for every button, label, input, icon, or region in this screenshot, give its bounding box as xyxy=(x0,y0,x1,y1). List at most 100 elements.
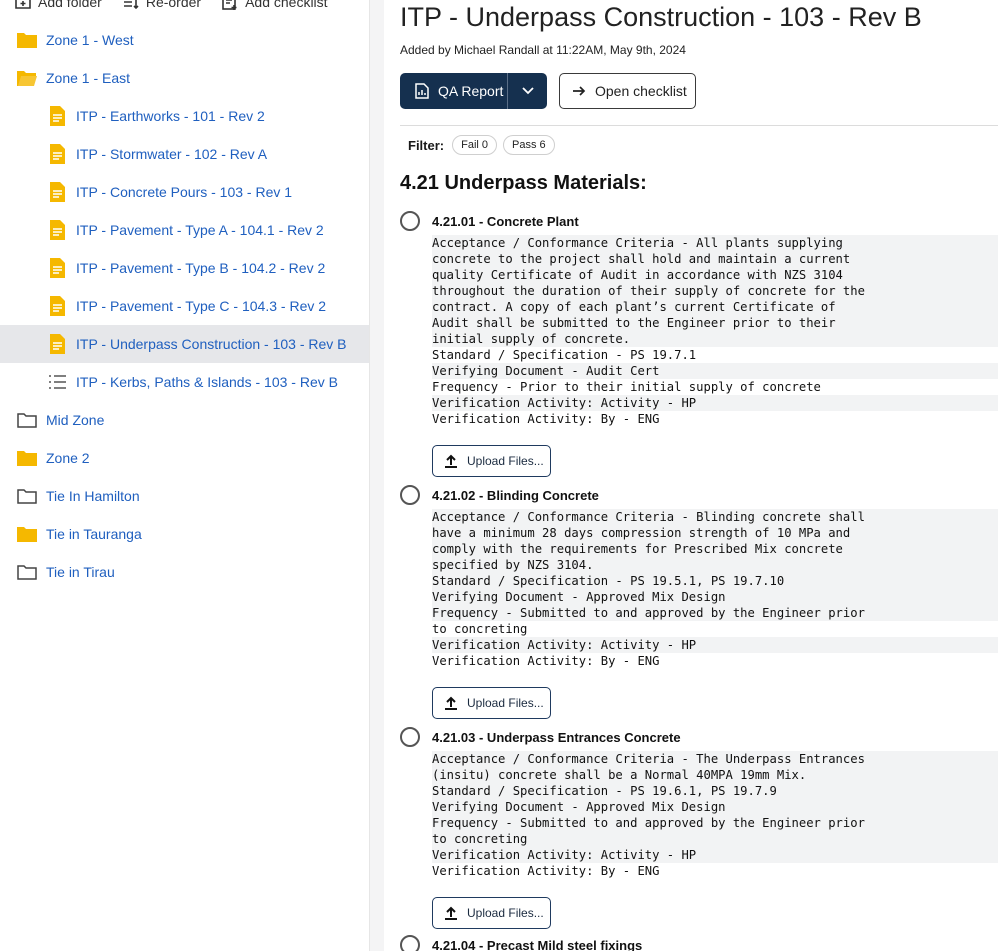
filter-pass-chip[interactable]: Pass 6 xyxy=(503,135,555,155)
upload-files-label: Upload Files... xyxy=(467,454,544,468)
reorder-button[interactable]: Re-order xyxy=(122,0,201,11)
tree-item-label: ITP - Underpass Construction - 103 - Rev… xyxy=(76,336,347,352)
tree-item-label: Tie in Tauranga xyxy=(46,526,142,542)
item-status-radio[interactable] xyxy=(400,727,420,747)
tree-item[interactable]: ITP - Pavement - Type A - 104.1 - Rev 2 xyxy=(0,211,369,249)
item-status-radio[interactable] xyxy=(400,485,420,505)
qa-report-label: QA Report xyxy=(438,83,504,99)
upload-files-label: Upload Files... xyxy=(467,696,544,710)
detail-line: Standard / Specification - PS 19.7.1 xyxy=(432,348,697,362)
detail-line: Verification Activity: Activity - HP xyxy=(432,637,998,653)
detail-line: specified by NZS 3104. xyxy=(432,557,998,573)
tree-item[interactable]: Zone 2 xyxy=(0,439,369,477)
detail-line: Frequency - Submitted to and approved by… xyxy=(432,815,998,831)
filter-label: Filter: xyxy=(408,137,445,153)
tree-item-label: Tie In Hamilton xyxy=(46,488,140,504)
section-title: 4.21 Underpass Materials: xyxy=(400,172,647,194)
document-icon xyxy=(46,257,68,279)
tree-item-label: Tie in Tirau xyxy=(46,564,115,580)
tree-item-label: ITP - Pavement - Type C - 104.3 - Rev 2 xyxy=(76,298,327,314)
tree-item-label: Zone 1 - West xyxy=(46,32,134,48)
detail-line: Acceptance / Conformance Criteria - The … xyxy=(432,751,998,767)
detail-line: initial supply of concrete. xyxy=(432,331,998,347)
tree-item-label: ITP - Pavement - Type B - 104.2 - Rev 2 xyxy=(76,260,326,276)
upload-files-label: Upload Files... xyxy=(467,906,544,920)
tree-item[interactable]: Tie In Hamilton xyxy=(0,477,369,515)
checklist-item-details: Acceptance / Conformance Criteria - Blin… xyxy=(432,509,998,669)
arrow-right-icon xyxy=(573,86,586,96)
detail-line: Verification Activity: By - ENG xyxy=(432,864,660,878)
checklist-item-header: 4.21.02 - Blinding Concrete xyxy=(400,484,998,506)
checklist-item-details: Acceptance / Conformance Criteria - All … xyxy=(432,235,998,427)
folder-outline-icon xyxy=(16,409,38,431)
checklist-item-title: 4.21.02 - Blinding Concrete xyxy=(432,487,599,503)
tree-item[interactable]: Zone 1 - East xyxy=(0,59,369,97)
tree-item[interactable]: Tie in Tirau xyxy=(0,553,369,591)
detail-line: concrete to the project shall hold and m… xyxy=(432,251,998,267)
list-icon xyxy=(46,371,68,393)
checklist-item: 4.21.03 - Underpass Entrances Concrete Ac… xyxy=(400,726,998,929)
document-icon xyxy=(46,181,68,203)
detail-line: Audit shall be submitted to the Engineer… xyxy=(432,315,998,331)
tree-item-label: Zone 1 - East xyxy=(46,70,131,86)
tree-item[interactable]: ITP - Pavement - Type C - 104.3 - Rev 2 xyxy=(0,287,369,325)
detail-line: Acceptance / Conformance Criteria - All … xyxy=(432,235,998,251)
detail-line: Verification Activity: By - ENG xyxy=(432,412,660,426)
checklist-item-title: 4.21.04 - Precast Mild steel fixings xyxy=(432,937,643,951)
upload-files-button[interactable]: Upload Files... xyxy=(432,687,551,719)
upload-files-button[interactable]: Upload Files... xyxy=(432,445,551,477)
tree-item[interactable]: ITP - Concrete Pours - 103 - Rev 1 xyxy=(0,173,369,211)
add-checklist-icon xyxy=(222,0,237,10)
upload-icon xyxy=(445,454,457,468)
item-status-radio[interactable] xyxy=(400,935,420,951)
tree-item[interactable]: ITP - Stormwater - 102 - Rev A xyxy=(0,135,369,173)
chevron-down-icon xyxy=(521,87,534,95)
tree-item-label: ITP - Earthworks - 101 - Rev 2 xyxy=(76,108,265,124)
tree-item-label: ITP - Pavement - Type A - 104.1 - Rev 2 xyxy=(76,222,324,238)
folder-filled-icon xyxy=(16,523,38,545)
tree-item[interactable]: Zone 1 - West xyxy=(0,21,369,59)
detail-line: Verifying Document - Approved Mix Design xyxy=(432,589,998,605)
detail-line: Verifying Document - Approved Mix Design xyxy=(432,799,998,815)
tree-item-label: Zone 2 xyxy=(46,450,90,466)
open-checklist-label: Open checklist xyxy=(595,83,687,99)
checklist-item: 4.21.01 - Concrete Plant Acceptance / Con… xyxy=(400,210,998,477)
checklist-item-details: Acceptance / Conformance Criteria - The … xyxy=(432,751,998,879)
folder-filled-icon xyxy=(16,29,38,51)
document-icon xyxy=(46,219,68,241)
qa-report-button[interactable]: QA Report xyxy=(400,73,508,109)
sidebar: Add folder Re-order Add checklist Zone 1… xyxy=(0,0,370,951)
detail-line: Standard / Specification - PS 19.5.1, PS… xyxy=(432,573,998,589)
item-status-radio[interactable] xyxy=(400,211,420,231)
add-checklist-button[interactable]: Add checklist xyxy=(221,0,328,11)
filter-fail-chip[interactable]: Fail 0 xyxy=(452,135,498,155)
add-folder-label: Add folder xyxy=(38,0,102,10)
open-checklist-button[interactable]: Open checklist xyxy=(559,73,696,109)
tree-item[interactable]: Tie in Tauranga xyxy=(0,515,369,553)
upload-icon xyxy=(445,906,457,920)
checklist-item: 4.21.02 - Blinding Concrete Acceptance / … xyxy=(400,484,998,719)
folder-filled-icon xyxy=(16,447,38,469)
tree-item[interactable]: ITP - Earthworks - 101 - Rev 2 xyxy=(0,97,369,135)
tree-item-label: Mid Zone xyxy=(46,412,105,428)
checklist-item-title: 4.21.03 - Underpass Entrances Concrete xyxy=(432,729,681,745)
tree-item[interactable]: Mid Zone xyxy=(0,401,369,439)
sidebar-toolbar: Add folder Re-order Add checklist xyxy=(14,0,328,12)
tree-item-label: ITP - Concrete Pours - 103 - Rev 1 xyxy=(76,184,293,200)
qa-report-button-group: QA Report xyxy=(400,73,547,109)
folder-tree: Zone 1 - West Zone 1 - East ITP - Earthwor… xyxy=(0,21,369,591)
add-folder-button[interactable]: Add folder xyxy=(14,0,102,11)
upload-files-button[interactable]: Upload Files... xyxy=(432,897,551,929)
tree-item[interactable]: ITP - Underpass Construction - 103 - Rev… xyxy=(0,325,369,363)
header-divider xyxy=(400,125,998,126)
folder-outline-icon xyxy=(16,485,38,507)
tree-item[interactable]: ITP - Pavement - Type B - 104.2 - Rev 2 xyxy=(0,249,369,287)
qa-report-dropdown-button[interactable] xyxy=(508,73,547,109)
detail-line: Verification Activity: By - ENG xyxy=(432,654,660,668)
reorder-label: Re-order xyxy=(145,0,202,10)
detail-line: Verification Activity: Activity - HP xyxy=(432,847,998,863)
checklist-item-header: 4.21.01 - Concrete Plant xyxy=(400,210,998,232)
checklist-item-title: 4.21.01 - Concrete Plant xyxy=(432,213,579,229)
document-icon xyxy=(46,105,68,127)
tree-item[interactable]: ITP - Kerbs, Paths & Islands - 103 - Rev… xyxy=(0,363,369,401)
